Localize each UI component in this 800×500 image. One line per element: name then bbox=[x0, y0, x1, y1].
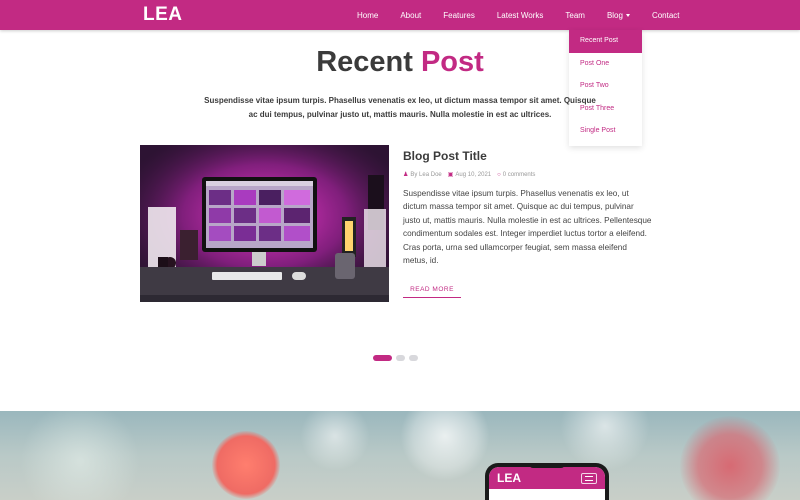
user-icon: ♟ bbox=[403, 172, 409, 178]
caret-down-icon bbox=[625, 13, 630, 17]
post-date-text: Aug 10, 2021 bbox=[455, 172, 492, 178]
navbar: LEA Home About Features Latest Works Tea… bbox=[0, 0, 800, 30]
nav-home[interactable]: Home bbox=[346, 0, 389, 30]
nav-contact[interactable]: Contact bbox=[641, 0, 691, 30]
post-author-text: By Lea Doe bbox=[410, 172, 442, 178]
section-title: Recent Post bbox=[0, 46, 800, 79]
nav-blog-label: Blog bbox=[606, 10, 623, 20]
nav-latest-works[interactable]: Latest Works bbox=[486, 0, 555, 30]
phone-brand: LEA bbox=[497, 471, 521, 485]
carousel-dot-3[interactable] bbox=[409, 355, 418, 361]
brand-logo[interactable]: LEA bbox=[143, 4, 183, 26]
phone-mockup: LEA bbox=[485, 463, 609, 500]
phone-navbar: LEA bbox=[489, 467, 605, 489]
hero-section: LEA bbox=[0, 411, 800, 500]
hamburger-icon bbox=[581, 473, 597, 484]
post-comments[interactable]: ○ 0 comments bbox=[497, 172, 535, 178]
phone-screen: LEA bbox=[489, 467, 605, 500]
post-excerpt: Suspendisse vitae ipsum turpis. Phasellu… bbox=[403, 189, 652, 266]
nav-team[interactable]: Team bbox=[554, 0, 596, 30]
comment-icon: ○ bbox=[497, 171, 501, 178]
dropdown-item-single-post[interactable]: Single Post bbox=[569, 120, 642, 143]
post-image[interactable] bbox=[140, 145, 389, 302]
section-title-main: Recent bbox=[316, 46, 413, 78]
nav-features[interactable]: Features bbox=[432, 0, 486, 30]
bokeh-light bbox=[20, 411, 140, 500]
bokeh-light bbox=[300, 411, 370, 471]
nav-about[interactable]: About bbox=[389, 0, 432, 30]
section-title-accent: Post bbox=[420, 46, 484, 78]
post-author: ♟ By Lea Doe bbox=[403, 171, 442, 178]
main-nav: Home About Features Latest Works Team Bl… bbox=[346, 0, 691, 30]
bokeh-light bbox=[400, 411, 490, 481]
carousel-pagination bbox=[373, 355, 418, 361]
post-comments-text: 0 comments bbox=[502, 171, 536, 178]
section-description: Suspendisse vitae ipsum turpis. Phasellu… bbox=[204, 96, 596, 119]
bokeh-light bbox=[560, 411, 650, 471]
nav-blog[interactable]: Blog bbox=[596, 0, 641, 30]
phone-notch bbox=[529, 463, 565, 468]
carousel-dot-2[interactable] bbox=[396, 355, 405, 361]
carousel-dot-1[interactable] bbox=[373, 355, 392, 361]
bokeh-light bbox=[212, 431, 280, 499]
post-title[interactable]: Blog Post Title bbox=[403, 149, 487, 163]
bokeh-light bbox=[680, 416, 780, 500]
post-date: ▣ Aug 10, 2021 bbox=[448, 171, 491, 178]
desk-setup-illustration bbox=[140, 145, 389, 302]
read-more-button[interactable]: READ MORE bbox=[403, 282, 461, 298]
calendar-icon: ▣ bbox=[447, 172, 454, 178]
post-meta: ♟ By Lea Doe ▣ Aug 10, 2021 ○ 0 comments bbox=[403, 171, 535, 179]
